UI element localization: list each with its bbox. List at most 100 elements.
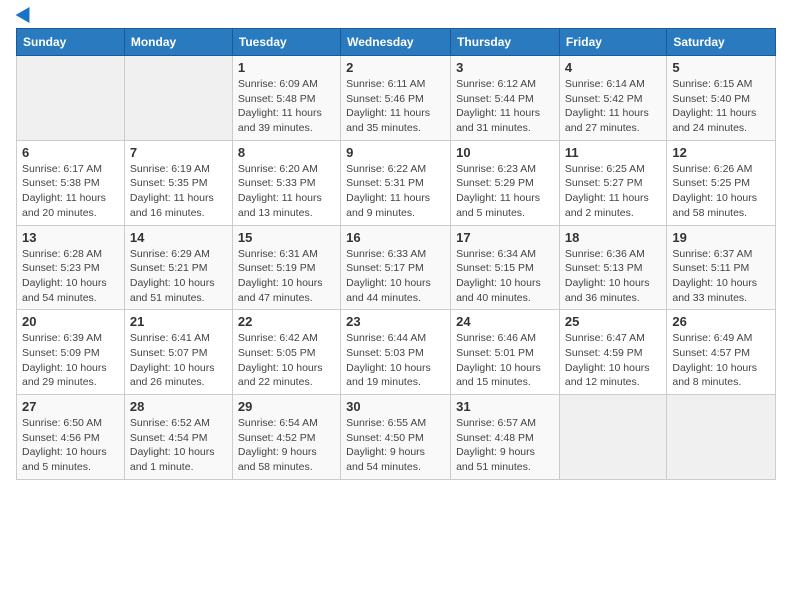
day-number: 22: [238, 314, 335, 329]
day-cell: 10Sunrise: 6:23 AMSunset: 5:29 PMDayligh…: [451, 140, 560, 225]
week-row-2: 6Sunrise: 6:17 AMSunset: 5:38 PMDaylight…: [17, 140, 776, 225]
week-row-4: 20 Sunrise: 6:39 AMSunset: 5:09 PMDayligh…: [17, 310, 776, 395]
day-info: Sunrise: 6:39 AMSunset: 5:09 PMDaylight:…: [22, 331, 119, 390]
day-cell: [559, 395, 666, 480]
day-cell: 5 Sunrise: 6:15 AMSunset: 5:40 PMDaylight…: [667, 56, 776, 141]
day-number: 10: [456, 145, 554, 160]
day-cell: 1 Sunrise: 6:09 AMSunset: 5:48 PMDaylight…: [232, 56, 340, 141]
day-info: Sunrise: 6:22 AMSunset: 5:31 PMDaylight:…: [346, 162, 445, 221]
day-cell: 16 Sunrise: 6:33 AMSunset: 5:17 PMDayligh…: [341, 225, 451, 310]
day-info: Sunrise: 6:15 AMSunset: 5:40 PMDaylight:…: [672, 77, 770, 136]
day-number: 3: [456, 60, 554, 75]
day-number: 25: [565, 314, 661, 329]
day-number: 15: [238, 230, 335, 245]
logo-container: [16, 10, 34, 20]
day-info: Sunrise: 6:57 AMSunset: 4:48 PMDaylight:…: [456, 416, 554, 475]
calendar-table: SundayMondayTuesdayWednesdayThursdayFrid…: [16, 28, 776, 480]
day-info: Sunrise: 6:17 AMSunset: 5:38 PMDaylight:…: [22, 162, 119, 221]
day-cell: 14 Sunrise: 6:29 AMSunset: 5:21 PMDayligh…: [124, 225, 232, 310]
day-cell: 29 Sunrise: 6:54 AMSunset: 4:52 PMDayligh…: [232, 395, 340, 480]
day-info: Sunrise: 6:12 AMSunset: 5:44 PMDaylight:…: [456, 77, 554, 136]
day-info: Sunrise: 6:28 AMSunset: 5:23 PMDaylight:…: [22, 247, 119, 306]
day-info: Sunrise: 6:14 AMSunset: 5:42 PMDaylight:…: [565, 77, 661, 136]
day-info: Sunrise: 6:55 AMSunset: 4:50 PMDaylight:…: [346, 416, 445, 475]
day-number: 8: [238, 145, 335, 160]
header-row: SundayMondayTuesdayWednesdayThursdayFrid…: [17, 29, 776, 56]
day-info: Sunrise: 6:52 AMSunset: 4:54 PMDaylight:…: [130, 416, 227, 475]
calendar-body: 1 Sunrise: 6:09 AMSunset: 5:48 PMDaylight…: [17, 56, 776, 480]
week-row-5: 27Sunrise: 6:50 AMSunset: 4:56 PMDayligh…: [17, 395, 776, 480]
day-number: 21: [130, 314, 227, 329]
calendar-header: SundayMondayTuesdayWednesdayThursdayFrid…: [17, 29, 776, 56]
day-number: 30: [346, 399, 445, 414]
day-cell: 6Sunrise: 6:17 AMSunset: 5:38 PMDaylight…: [17, 140, 125, 225]
day-number: 29: [238, 399, 335, 414]
day-number: 26: [672, 314, 770, 329]
day-cell: 13Sunrise: 6:28 AMSunset: 5:23 PMDayligh…: [17, 225, 125, 310]
header-cell-saturday: Saturday: [667, 29, 776, 56]
day-cell: 9 Sunrise: 6:22 AMSunset: 5:31 PMDaylight…: [341, 140, 451, 225]
header: [16, 10, 776, 20]
day-cell: 17 Sunrise: 6:34 AMSunset: 5:15 PMDayligh…: [451, 225, 560, 310]
day-cell: 31 Sunrise: 6:57 AMSunset: 4:48 PMDayligh…: [451, 395, 560, 480]
day-info: Sunrise: 6:29 AMSunset: 5:21 PMDaylight:…: [130, 247, 227, 306]
day-info: Sunrise: 6:42 AMSunset: 5:05 PMDaylight:…: [238, 331, 335, 390]
day-cell: 27Sunrise: 6:50 AMSunset: 4:56 PMDayligh…: [17, 395, 125, 480]
day-cell: [667, 395, 776, 480]
day-info: Sunrise: 6:46 AMSunset: 5:01 PMDaylight:…: [456, 331, 554, 390]
day-cell: 28 Sunrise: 6:52 AMSunset: 4:54 PMDayligh…: [124, 395, 232, 480]
day-cell: 2 Sunrise: 6:11 AMSunset: 5:46 PMDaylight…: [341, 56, 451, 141]
day-info: Sunrise: 6:19 AMSunset: 5:35 PMDaylight:…: [130, 162, 227, 221]
day-cell: [17, 56, 125, 141]
day-info: Sunrise: 6:37 AMSunset: 5:11 PMDaylight:…: [672, 247, 770, 306]
logo-text: [16, 10, 34, 20]
day-number: 12: [672, 145, 770, 160]
day-cell: 24Sunrise: 6:46 AMSunset: 5:01 PMDayligh…: [451, 310, 560, 395]
week-row-1: 1 Sunrise: 6:09 AMSunset: 5:48 PMDaylight…: [17, 56, 776, 141]
day-cell: 7Sunrise: 6:19 AMSunset: 5:35 PMDaylight…: [124, 140, 232, 225]
day-cell: 23 Sunrise: 6:44 AMSunset: 5:03 PMDayligh…: [341, 310, 451, 395]
day-info: Sunrise: 6:33 AMSunset: 5:17 PMDaylight:…: [346, 247, 445, 306]
day-number: 11: [565, 145, 661, 160]
day-cell: 3 Sunrise: 6:12 AMSunset: 5:44 PMDaylight…: [451, 56, 560, 141]
day-cell: [124, 56, 232, 141]
day-cell: 26 Sunrise: 6:49 AMSunset: 4:57 PMDayligh…: [667, 310, 776, 395]
day-number: 20: [22, 314, 119, 329]
day-cell: 22 Sunrise: 6:42 AMSunset: 5:05 PMDayligh…: [232, 310, 340, 395]
day-cell: 4 Sunrise: 6:14 AMSunset: 5:42 PMDaylight…: [559, 56, 666, 141]
day-info: Sunrise: 6:54 AMSunset: 4:52 PMDaylight:…: [238, 416, 335, 475]
day-number: 19: [672, 230, 770, 245]
day-number: 5: [672, 60, 770, 75]
day-info: Sunrise: 6:31 AMSunset: 5:19 PMDaylight:…: [238, 247, 335, 306]
day-number: 17: [456, 230, 554, 245]
day-number: 1: [238, 60, 335, 75]
day-number: 2: [346, 60, 445, 75]
day-number: 9: [346, 145, 445, 160]
day-info: Sunrise: 6:26 AMSunset: 5:25 PMDaylight:…: [672, 162, 770, 221]
page: SundayMondayTuesdayWednesdayThursdayFrid…: [0, 0, 792, 612]
day-info: Sunrise: 6:49 AMSunset: 4:57 PMDaylight:…: [672, 331, 770, 390]
header-cell-wednesday: Wednesday: [341, 29, 451, 56]
day-number: 16: [346, 230, 445, 245]
day-cell: 12 Sunrise: 6:26 AMSunset: 5:25 PMDayligh…: [667, 140, 776, 225]
day-info: Sunrise: 6:44 AMSunset: 5:03 PMDaylight:…: [346, 331, 445, 390]
day-number: 27: [22, 399, 119, 414]
day-cell: 25 Sunrise: 6:47 AMSunset: 4:59 PMDayligh…: [559, 310, 666, 395]
day-info: Sunrise: 6:47 AMSunset: 4:59 PMDaylight:…: [565, 331, 661, 390]
week-row-3: 13Sunrise: 6:28 AMSunset: 5:23 PMDayligh…: [17, 225, 776, 310]
day-info: Sunrise: 6:41 AMSunset: 5:07 PMDaylight:…: [130, 331, 227, 390]
day-cell: 30 Sunrise: 6:55 AMSunset: 4:50 PMDayligh…: [341, 395, 451, 480]
day-number: 31: [456, 399, 554, 414]
day-number: 28: [130, 399, 227, 414]
logo-triangle-icon: [16, 3, 37, 23]
day-info: Sunrise: 6:34 AMSunset: 5:15 PMDaylight:…: [456, 247, 554, 306]
day-number: 14: [130, 230, 227, 245]
header-cell-tuesday: Tuesday: [232, 29, 340, 56]
day-number: 18: [565, 230, 661, 245]
header-cell-sunday: Sunday: [17, 29, 125, 56]
day-cell: 8Sunrise: 6:20 AMSunset: 5:33 PMDaylight…: [232, 140, 340, 225]
day-info: Sunrise: 6:09 AMSunset: 5:48 PMDaylight:…: [238, 77, 335, 136]
day-number: 23: [346, 314, 445, 329]
day-number: 4: [565, 60, 661, 75]
day-info: Sunrise: 6:11 AMSunset: 5:46 PMDaylight:…: [346, 77, 445, 136]
